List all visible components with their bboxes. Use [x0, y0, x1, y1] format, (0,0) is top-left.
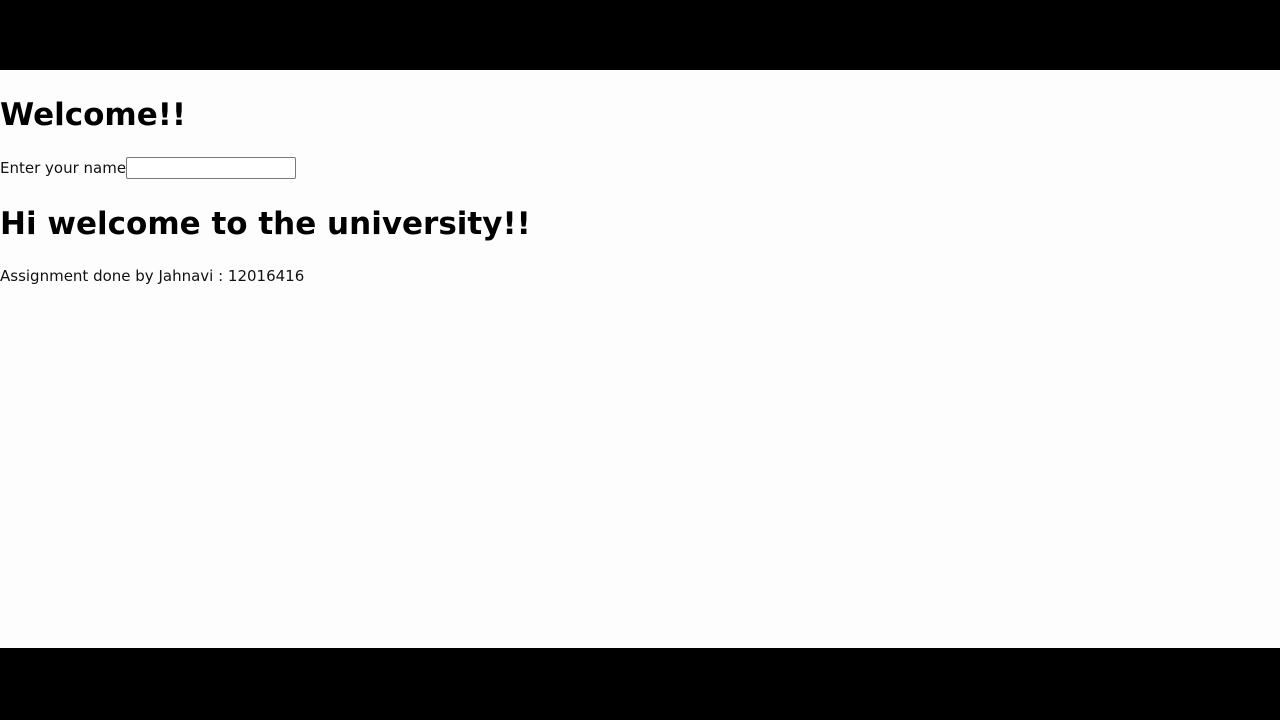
page-viewport: Welcome!! Enter your name Hi welcome to … — [0, 70, 1280, 648]
name-input[interactable] — [126, 157, 297, 179]
top-letterbox-bar — [0, 0, 1280, 70]
bottom-letterbox-bar — [0, 648, 1280, 720]
greeting-heading: Hi welcome to the university!! — [0, 206, 531, 242]
name-form-row: Enter your name — [0, 157, 297, 179]
assignment-credit-text: Assignment done by Jahnavi : 12016416 — [0, 267, 305, 285]
welcome-heading: Welcome!! — [0, 97, 187, 133]
name-label: Enter your name — [0, 159, 127, 177]
